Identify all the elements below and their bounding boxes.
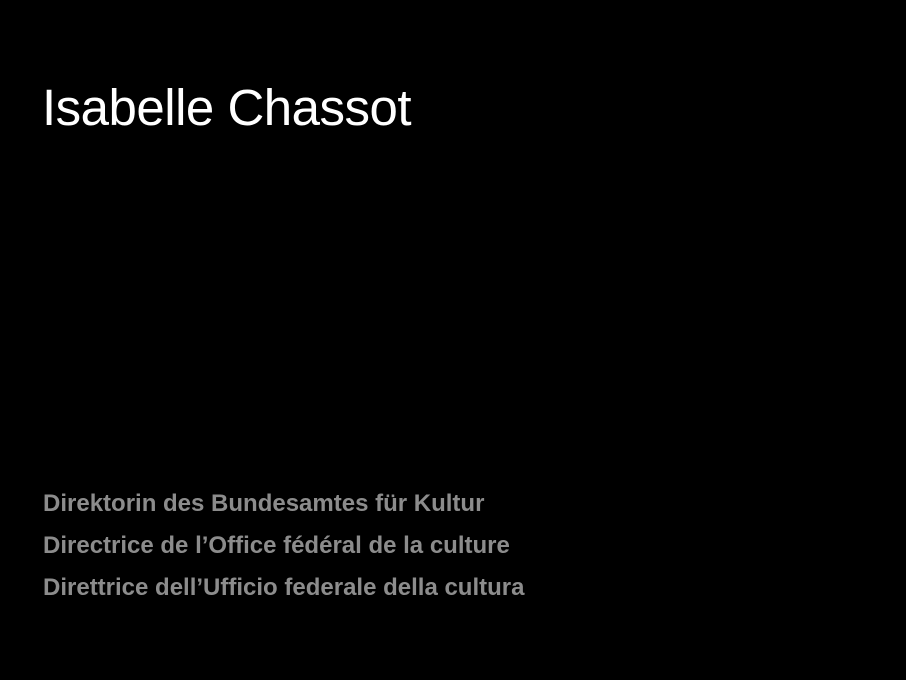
job-title-german: Direktorin des Bundesamtes für Kultur (43, 490, 485, 517)
job-title-french: Directrice de l’Office fédéral de la cul… (43, 532, 510, 559)
person-name: Isabelle Chassot (42, 79, 412, 136)
job-title-italian: Direttrice dell’Ufficio federale della c… (43, 574, 525, 601)
job-title-list: Direktorin des Bundesamtes für Kultur Di… (43, 483, 524, 609)
name-title-card: Isabelle Chassot Direktorin des Bundesam… (0, 0, 906, 680)
